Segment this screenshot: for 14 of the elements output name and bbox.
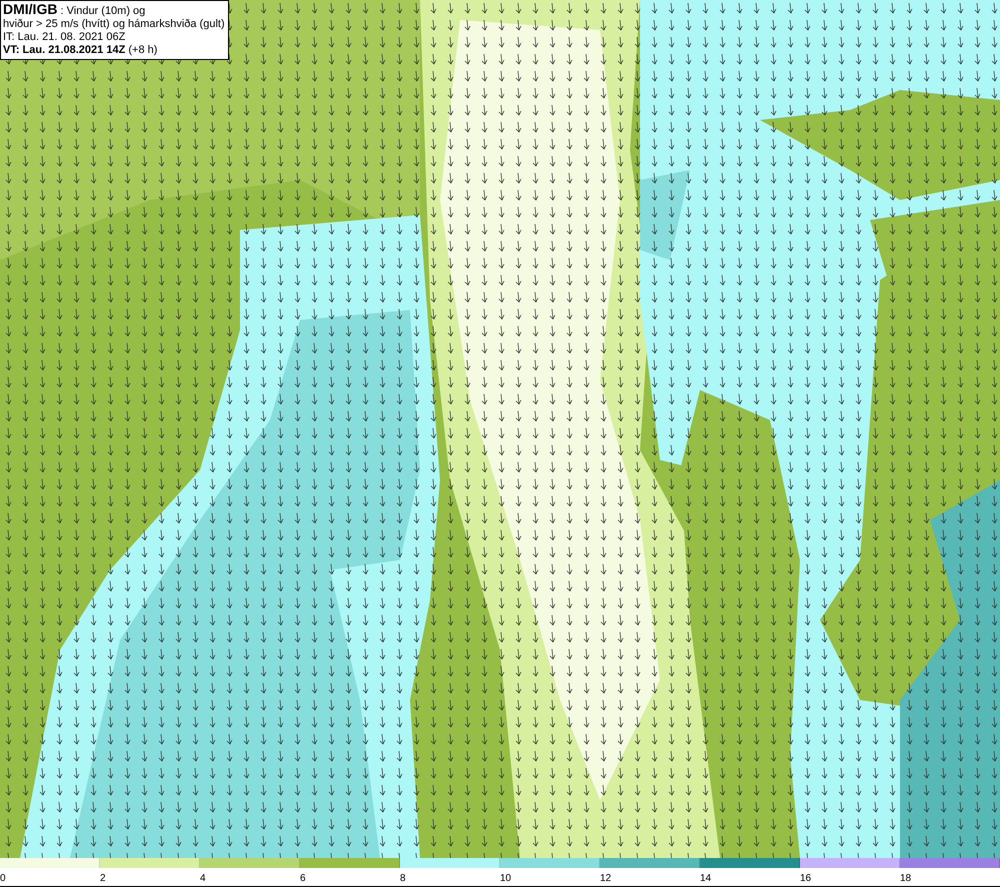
scale-label: 8: [400, 873, 406, 884]
scale-label: 10: [500, 873, 512, 884]
scale-label: 16: [800, 873, 812, 884]
title-line: hviður > 25 m/s (hvítt) og hámarkshviða (gult): [3, 18, 225, 31]
title-line: IT: Lau. 21. 08. 2021 06Z: [3, 31, 126, 44]
scale-label: 0: [0, 873, 6, 884]
scale-label: 18: [900, 873, 912, 884]
scale-label: 14: [700, 873, 712, 884]
scale-label: 6: [300, 873, 306, 884]
scale-label: 12: [600, 873, 612, 884]
scale-label: 2: [100, 873, 106, 884]
scale-label: 4: [200, 873, 206, 884]
title-line: VT: Lau. 21.08.2021 14Z (+8 h): [3, 44, 158, 57]
title-line: DMI/IGB : Vindur (10m) og: [3, 3, 146, 18]
